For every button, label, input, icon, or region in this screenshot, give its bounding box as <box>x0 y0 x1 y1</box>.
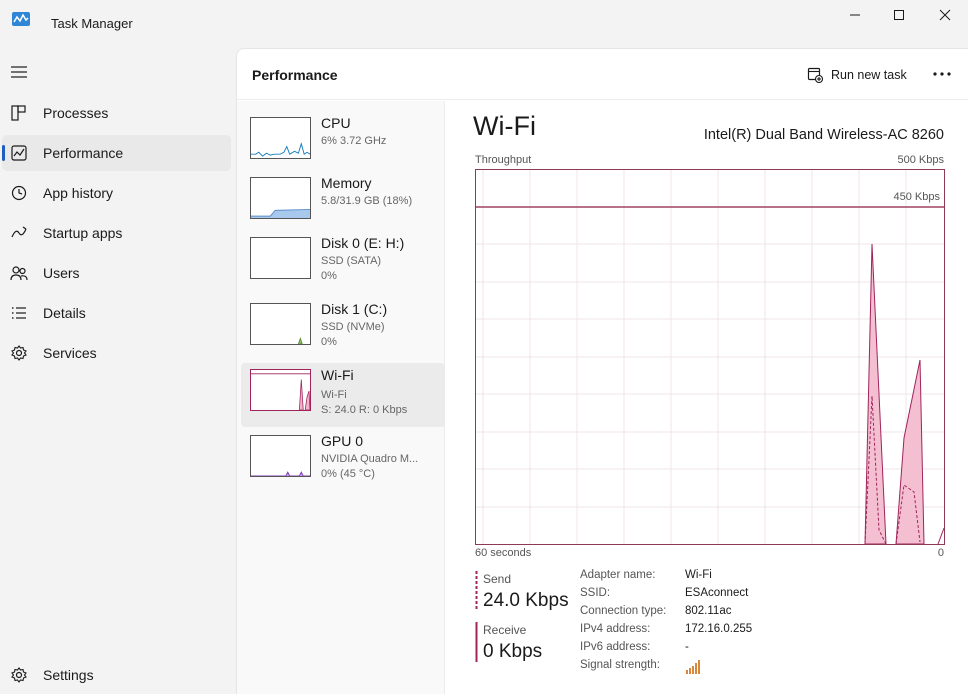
property-value: ESAconnect <box>685 587 749 599</box>
wifi-thumbnail-graph <box>250 369 311 411</box>
more-options-icon[interactable] <box>931 63 953 85</box>
property-key: Signal strength: <box>580 659 660 671</box>
hamburger-menu-icon[interactable] <box>10 64 28 80</box>
processes-icon <box>11 105 26 121</box>
run-new-task-icon <box>807 67 823 83</box>
app-title: Task Manager <box>51 16 133 31</box>
graph-label: Throughput <box>475 154 532 166</box>
send-value: 24.0 Kbps <box>483 590 569 611</box>
close-icon <box>939 9 951 21</box>
active-indicator <box>2 145 5 161</box>
resource-name: CPU <box>321 115 351 131</box>
receive-indicator-bar <box>475 622 478 662</box>
main-header: Performance Run new task <box>237 49 968 100</box>
resource-item-wifi[interactable]: Wi-Fi Wi-Fi S: 24.0 R: 0 Kbps <box>241 363 445 427</box>
resource-detail: SSD (SATA) <box>321 255 382 267</box>
gpu-0-thumbnail-graph <box>250 435 311 477</box>
memory-thumbnail-graph <box>250 177 311 219</box>
send-trailing-edge <box>937 527 945 545</box>
task-manager-app-icon <box>12 12 30 26</box>
startup-apps-icon <box>11 226 27 238</box>
minimize-button[interactable] <box>832 0 878 30</box>
resource-item-cpu[interactable]: CPU 6% 3.72 GHz <box>241 111 445 175</box>
resource-list: CPU 6% 3.72 GHz Memory 5.8/31.9 GB (18%)… <box>237 101 445 694</box>
graph-line-label: 450 Kbps <box>893 191 940 203</box>
resource-name: GPU 0 <box>321 433 364 449</box>
resource-detail: 5.8/31.9 GB (18%) <box>321 195 413 207</box>
main-panel: Performance Run new task CPU 6% 3.72 GHz… <box>236 48 968 694</box>
app-history-icon <box>11 185 27 201</box>
maximize-button[interactable] <box>876 0 922 30</box>
receive-value: 0 Kbps <box>483 641 543 662</box>
sidebar-item-settings[interactable]: Settings <box>2 657 231 693</box>
close-button[interactable] <box>922 0 968 30</box>
property-key: Adapter name: <box>580 569 656 581</box>
throughput-graph-canvas <box>476 170 945 545</box>
sidebar-item-processes[interactable]: Processes <box>2 95 231 131</box>
title-bar: Task Manager <box>0 0 968 46</box>
resource-item-disk-0[interactable]: Disk 0 (E: H:) SSD (SATA) 0% <box>241 231 445 295</box>
performance-icon <box>11 145 27 161</box>
detail-title: Wi-Fi <box>473 111 536 141</box>
run-new-task-button[interactable]: Run new task <box>807 65 907 85</box>
settings-gear-icon <box>11 667 27 683</box>
property-value: - <box>685 641 689 653</box>
sidebar-item-label: Startup apps <box>43 225 123 241</box>
property-key: IPv6 address: <box>580 641 651 653</box>
resource-detail: 6% 3.72 GHz <box>321 135 387 147</box>
resource-usage: S: 24.0 R: 0 Kbps <box>321 404 408 416</box>
x-axis-right-label: 0 <box>937 547 944 559</box>
sidebar-item-label: Services <box>43 345 97 361</box>
resource-usage: 0% <box>321 336 337 348</box>
property-key: Connection type: <box>580 605 667 617</box>
sidebar-item-services[interactable]: Services <box>2 335 231 371</box>
sidebar-item-label: Users <box>43 265 80 281</box>
disk-1-thumbnail-graph <box>250 303 311 345</box>
resource-detail: Wi-Fi <box>321 389 347 401</box>
page-title: Performance <box>252 67 338 83</box>
resource-usage: 0% <box>321 270 337 282</box>
property-value: 172.16.0.255 <box>685 623 753 635</box>
property-key: SSID: <box>580 587 611 599</box>
sidebar-item-label: App history <box>43 185 114 201</box>
users-icon <box>10 266 28 281</box>
sidebar-item-performance[interactable]: Performance <box>2 135 231 171</box>
sidebar-item-label: Details <box>43 305 86 321</box>
resource-name: Memory <box>321 175 372 191</box>
sidebar-item-app-history[interactable]: App history <box>2 175 231 211</box>
run-new-task-label: Run new task <box>831 68 907 82</box>
disk-0-thumbnail-graph <box>250 237 311 279</box>
sidebar-item-label: Performance <box>43 145 124 161</box>
details-icon <box>12 307 26 319</box>
sidebar-item-label: Settings <box>43 667 94 683</box>
resource-detail: SSD (NVMe) <box>321 321 385 333</box>
throughput-graph: 450 Kbps <box>475 169 945 545</box>
send-indicator-bar <box>475 571 478 611</box>
services-icon <box>11 345 27 361</box>
property-value: 802.11ac <box>685 605 732 617</box>
property-value: Wi-Fi <box>685 569 712 581</box>
resource-name: Disk 0 (E: H:) <box>321 235 405 251</box>
send-label: Send <box>483 572 512 586</box>
sidebar-item-users[interactable]: Users <box>2 255 231 291</box>
sidebar-item-label: Processes <box>43 105 109 121</box>
minimize-icon <box>850 14 860 16</box>
cpu-thumbnail-graph <box>250 117 311 159</box>
sidebar-item-startup-apps[interactable]: Startup apps <box>2 215 231 251</box>
resource-item-memory[interactable]: Memory 5.8/31.9 GB (18%) <box>241 171 445 235</box>
signal-strength-icon <box>686 660 700 674</box>
resource-name: Disk 1 (C:) <box>321 301 388 317</box>
sidebar-item-details[interactable]: Details <box>2 295 231 331</box>
resource-detail: NVIDIA Quadro M... <box>321 453 419 465</box>
receive-label: Receive <box>483 623 527 637</box>
resource-usage: 0% (45 °C) <box>321 468 375 480</box>
adapter-model: Intel(R) Dual Band Wireless-AC 8260 <box>703 127 944 143</box>
resource-item-disk-1[interactable]: Disk 1 (C:) SSD (NVMe) 0% <box>241 297 445 361</box>
resource-item-gpu-0[interactable]: GPU 0 NVIDIA Quadro M... 0% (45 °C) <box>241 429 445 493</box>
property-key: IPv4 address: <box>580 623 651 635</box>
graph-max-label: 500 Kbps <box>897 154 944 166</box>
maximize-icon <box>894 10 904 20</box>
x-axis-left-label: 60 seconds <box>475 547 532 559</box>
resource-name: Wi-Fi <box>321 367 354 383</box>
